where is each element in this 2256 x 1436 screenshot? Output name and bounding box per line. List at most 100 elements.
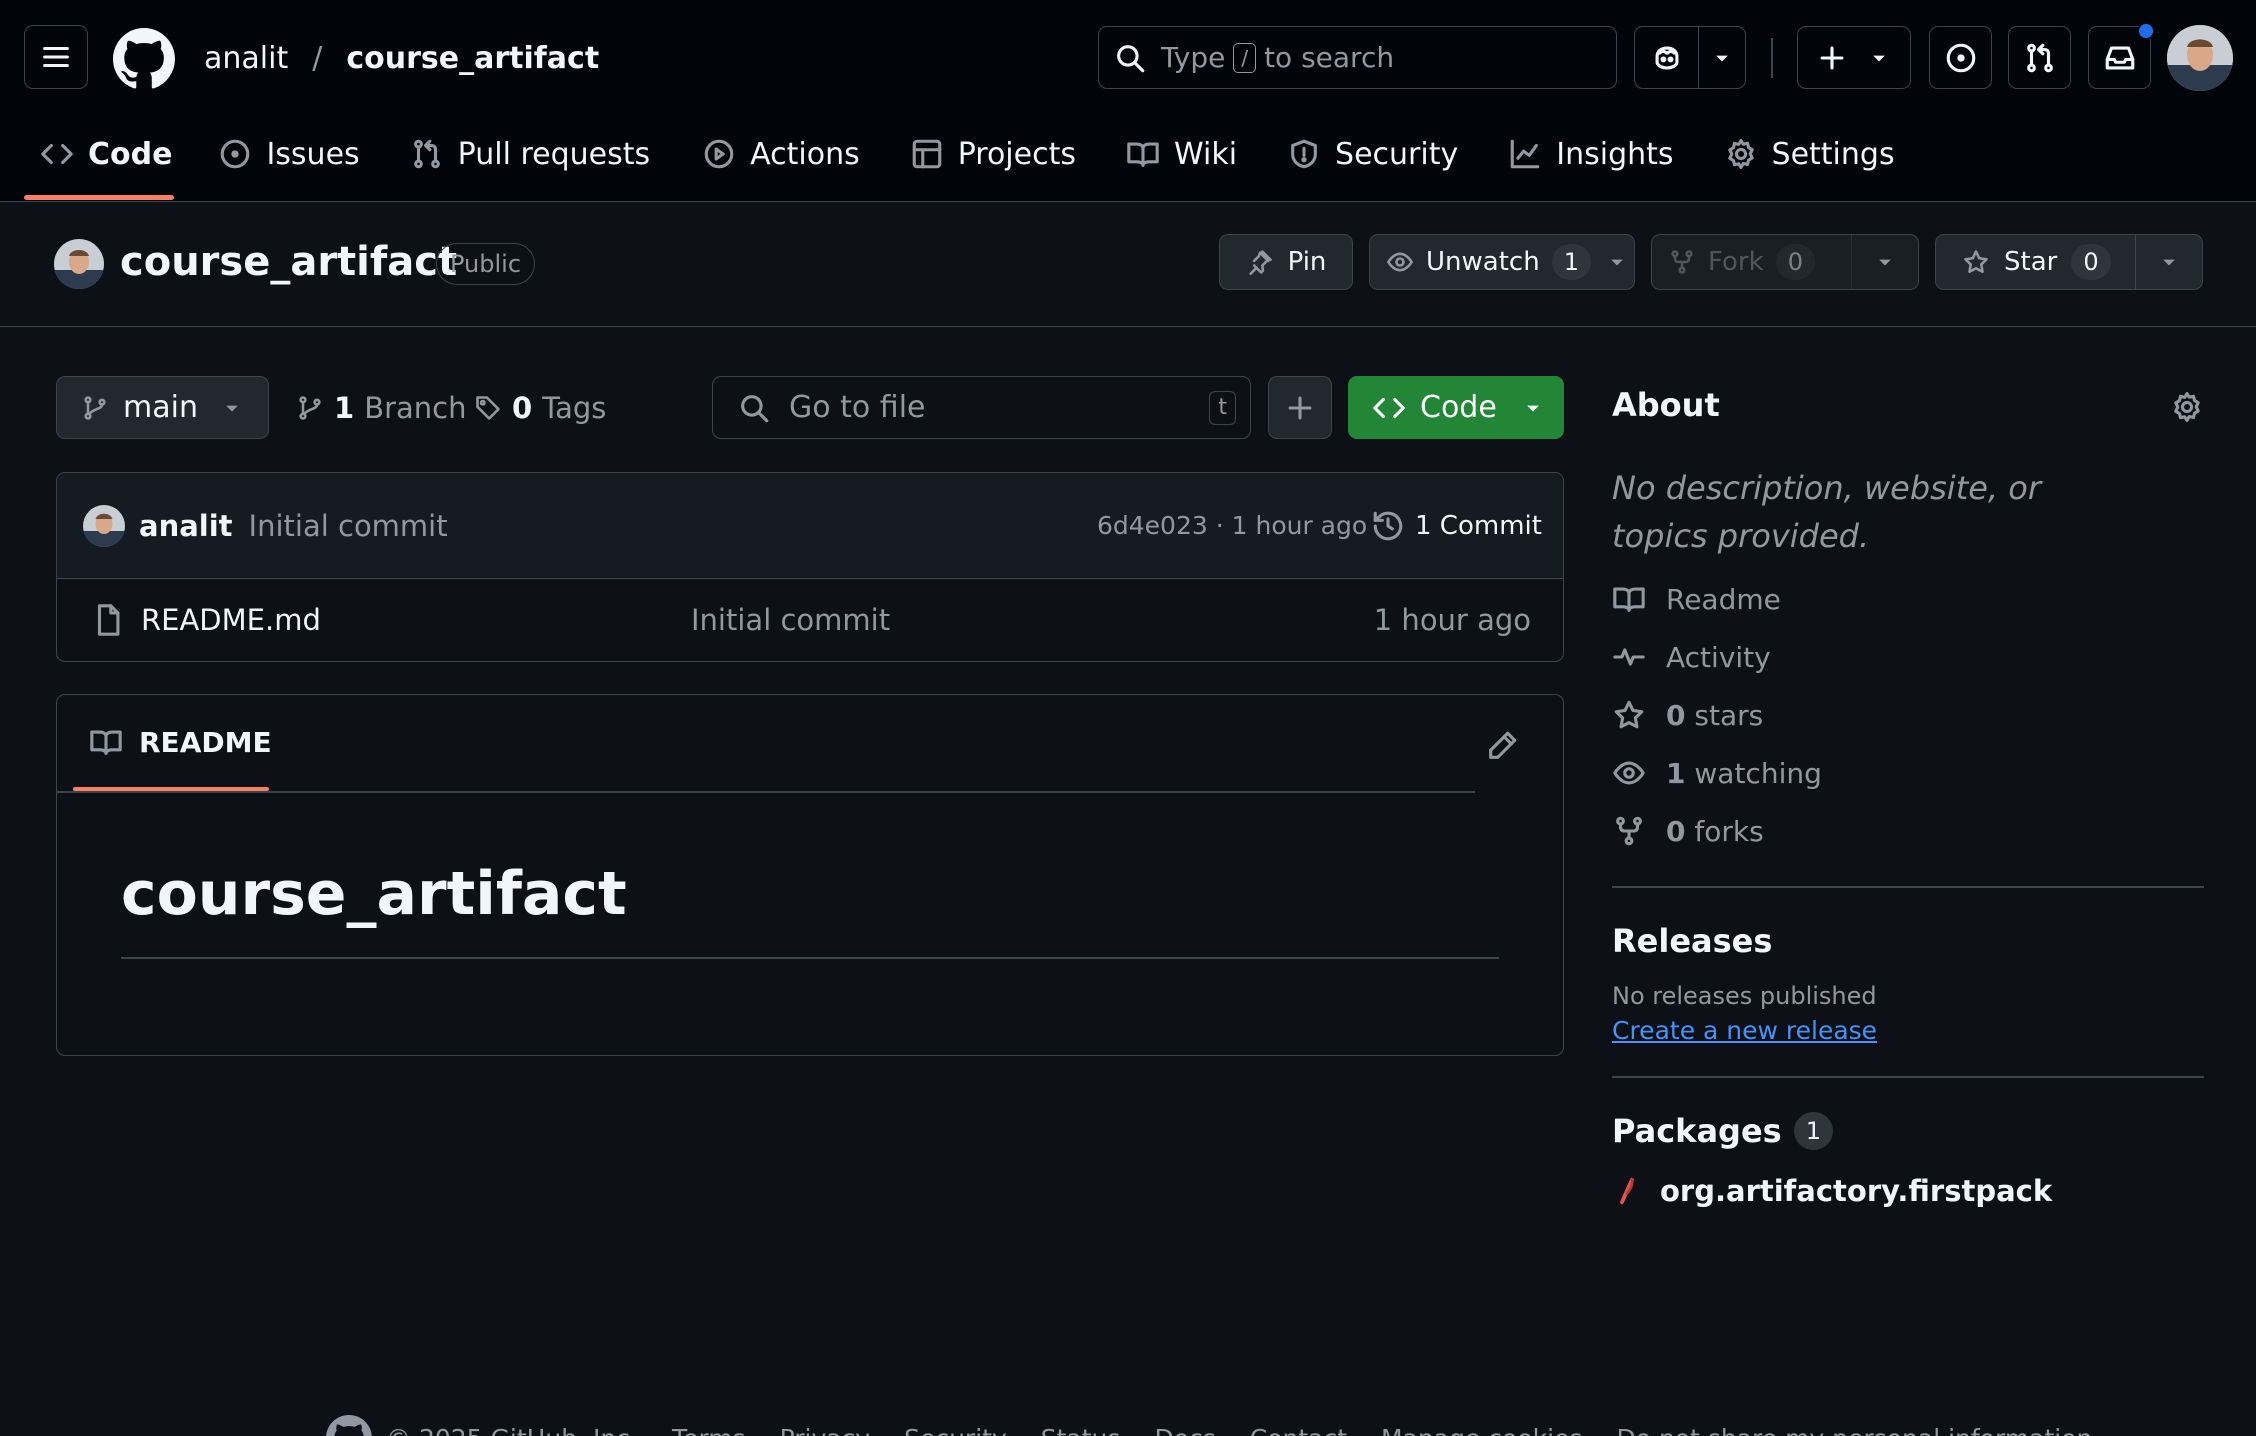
breadcrumb-owner[interactable]: analit <box>204 41 288 76</box>
fork-count: 0 <box>1775 244 1815 280</box>
tab-wiki[interactable]: Wiki <box>1126 132 1237 176</box>
search-input[interactable]: Type / to search <box>1098 26 1617 89</box>
header-divider <box>1771 38 1773 78</box>
go-to-file-input[interactable]: Go to file t <box>712 376 1251 439</box>
readme-link[interactable]: Readme <box>1612 582 2204 616</box>
plus-icon <box>1820 46 1844 69</box>
sidebar-divider <box>1612 886 2204 888</box>
footer-link-cookies[interactable]: Manage cookies <box>1381 1424 1582 1436</box>
tab-security[interactable]: Security <box>1287 132 1458 176</box>
tab-pull-requests[interactable]: Pull requests <box>410 132 650 176</box>
hamburger-icon <box>43 46 69 68</box>
github-mark-icon[interactable] <box>326 1415 372 1436</box>
branch-selector[interactable]: main <box>56 376 269 439</box>
issue-opened-icon <box>221 139 250 169</box>
watching-label: watching <box>1694 756 1822 790</box>
gear-icon <box>1727 138 1754 170</box>
code-icon <box>1373 397 1405 418</box>
footer-link-do-not-share[interactable]: Do not share my personal information <box>1616 1424 2092 1436</box>
user-avatar[interactable] <box>2167 25 2233 91</box>
file-commit-message[interactable]: Initial commit <box>691 603 890 637</box>
commit-history-link[interactable]: 1 Commit <box>1371 509 1542 543</box>
tab-insights[interactable]: Insights <box>1508 132 1674 176</box>
tags-link[interactable]: 0 Tags <box>474 386 606 430</box>
releases-title[interactable]: Releases <box>1612 922 2204 960</box>
chevron-down-icon <box>2163 259 2175 266</box>
watching-link[interactable]: 1 watching <box>1612 756 2204 790</box>
create-new-button[interactable] <box>1797 26 1911 89</box>
github-mark-icon <box>113 28 175 89</box>
avatar-photo-icon <box>83 504 125 547</box>
commit-meta[interactable]: 6d4e023 · 1 hour ago <box>1097 511 1367 540</box>
commit-message[interactable]: Initial commit <box>249 509 448 543</box>
history-icon <box>1373 511 1403 540</box>
search-icon <box>1117 44 1145 72</box>
readme-header-divider <box>57 791 1475 793</box>
sidebar-divider <box>1612 1076 2204 1078</box>
pin-button[interactable]: Pin <box>1219 234 1353 290</box>
add-file-button[interactable] <box>1268 376 1332 439</box>
commit-author[interactable]: analit <box>139 509 233 543</box>
pulse-icon <box>1613 648 1645 666</box>
file-name[interactable]: README.md <box>141 603 321 637</box>
file-row[interactable]: README.md Initial commit 1 hour ago <box>57 579 1563 661</box>
eye-icon <box>1613 761 1645 785</box>
star-button[interactable]: Star 0 <box>1935 234 2203 290</box>
github-logo[interactable] <box>113 28 175 90</box>
repo-name[interactable]: course_artifact <box>120 239 457 285</box>
code-dropdown-button[interactable]: Code <box>1348 376 1564 439</box>
readme-tab[interactable]: README <box>89 725 272 759</box>
fork-button[interactable]: Fork 0 <box>1651 234 1919 290</box>
footer-link-terms[interactable]: Terms <box>672 1424 746 1436</box>
menu-button[interactable] <box>24 25 88 89</box>
footer-copyright: © 2025 GitHub, Inc. <box>386 1424 638 1436</box>
unwatch-button[interactable]: Unwatch 1 <box>1369 234 1635 290</box>
breadcrumb-separator: / <box>312 40 323 76</box>
issues-button[interactable] <box>1929 26 1992 89</box>
forks-link[interactable]: 0 forks <box>1612 814 2204 848</box>
search-shortcut-key: / <box>1233 42 1257 73</box>
create-release-link[interactable]: Create a new release <box>1612 1016 1877 1045</box>
footer-link-docs[interactable]: Docs <box>1154 1424 1215 1436</box>
package-item[interactable]: org.artifactory.firstpack <box>1612 1174 2204 1208</box>
stars-link[interactable]: 0 stars <box>1612 698 2204 732</box>
pin-icon <box>1248 250 1272 275</box>
footer-link-security[interactable]: Security <box>904 1424 1007 1436</box>
branch-count: 1 <box>334 391 355 425</box>
readme-tab-label: README <box>139 725 272 759</box>
packages-title[interactable]: Packages <box>1612 1112 1782 1150</box>
shield-icon <box>1291 139 1317 169</box>
activity-link-label: Activity <box>1666 640 1771 674</box>
gear-icon[interactable] <box>2170 390 2204 424</box>
file-icon <box>97 604 120 636</box>
packages-count: 1 <box>1793 1112 1833 1150</box>
tab-code[interactable]: Code <box>40 132 172 176</box>
activity-link[interactable]: Activity <box>1612 640 2204 674</box>
file-commit-time: 1 hour ago <box>1373 603 1531 637</box>
tab-pull-requests-label: Pull requests <box>457 136 651 172</box>
tab-wiki-label: Wiki <box>1174 136 1238 172</box>
code-button-label: Code <box>1420 390 1497 425</box>
footer-link-contact[interactable]: Contact <box>1250 1424 1347 1436</box>
breadcrumb-repo[interactable]: course_artifact <box>346 41 599 76</box>
fork-label: Fork <box>1708 247 1764 277</box>
tab-issues[interactable]: Issues <box>218 132 360 176</box>
search-icon <box>741 394 769 422</box>
tab-settings[interactable]: Settings <box>1724 132 1895 176</box>
tab-projects[interactable]: Projects <box>910 132 1076 176</box>
chevron-down-icon <box>1716 55 1728 61</box>
owner-avatar[interactable] <box>54 239 104 289</box>
tab-actions[interactable]: Actions <box>702 132 860 176</box>
tab-code-label: Code <box>88 136 173 172</box>
branches-link[interactable]: 1 Branch <box>296 386 466 430</box>
pull-requests-button[interactable] <box>2008 26 2071 89</box>
copilot-button[interactable] <box>1634 26 1746 89</box>
tab-insights-label: Insights <box>1556 136 1674 172</box>
chevron-down-icon <box>1526 405 1539 411</box>
stars-count: 0 <box>1666 698 1686 732</box>
footer-link-privacy[interactable]: Privacy <box>780 1424 871 1436</box>
edit-readme-button[interactable] <box>1479 723 1525 769</box>
footer-link-status[interactable]: Status <box>1041 1424 1121 1436</box>
unwatch-label: Unwatch <box>1426 247 1540 277</box>
commit-author-avatar[interactable] <box>83 504 125 547</box>
